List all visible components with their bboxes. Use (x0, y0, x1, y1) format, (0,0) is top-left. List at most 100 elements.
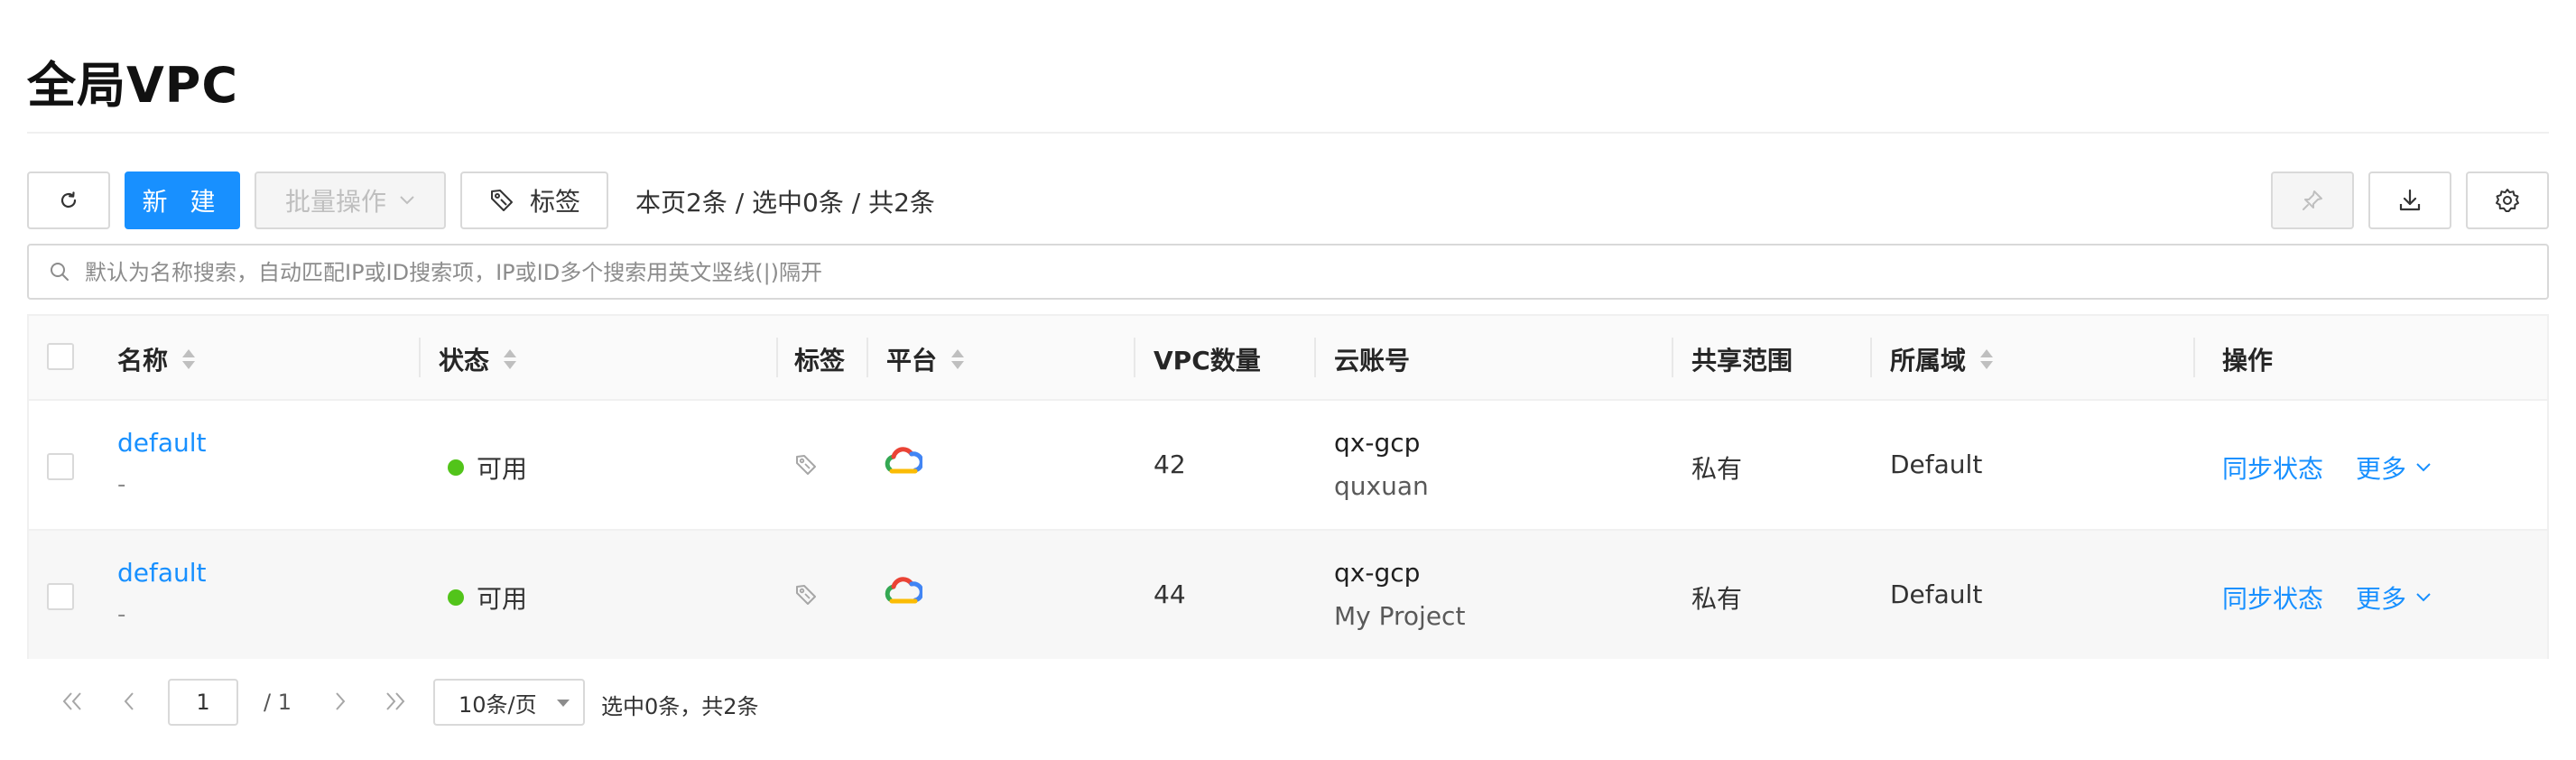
more-label: 更多 (2356, 584, 2407, 614)
vpc-count: 44 (1154, 579, 1186, 609)
table-header: 名称 状态 标签 平台 VPC数量 云账号 共享范围 所属域 操作 (29, 316, 2547, 401)
pagination-info: 选中0条，共2条 (601, 694, 759, 719)
vpc-table: 名称 状态 标签 平台 VPC数量 云账号 共享范围 所属域 操作 defaul… (27, 314, 2549, 659)
vpc-count: 42 (1154, 450, 1186, 479)
share-scope: 私有 (1691, 454, 1743, 484)
caret-down-icon (557, 700, 570, 707)
tag-icon[interactable] (794, 583, 818, 610)
column-header-name-label: 名称 (117, 346, 169, 375)
status-text: 可用 (477, 584, 528, 614)
column-header-actions-label: 操作 (2222, 346, 2274, 375)
title-divider (27, 132, 2549, 134)
prev-page-icon[interactable] (121, 690, 137, 717)
vpc-description: - (117, 601, 126, 628)
column-header-tags: 标签 (794, 341, 845, 377)
status-indicator: 可用 (448, 579, 527, 616)
refresh-icon (60, 191, 77, 209)
first-page-icon[interactable] (60, 690, 85, 717)
refresh-button[interactable] (27, 171, 110, 229)
column-header-platform[interactable]: 平台 (886, 341, 966, 377)
tag-icon (490, 190, 513, 211)
column-header-status[interactable]: 状态 (439, 341, 518, 377)
sync-status-link[interactable]: 同步状态 (2222, 579, 2323, 616)
row-checkbox[interactable] (47, 583, 74, 610)
column-header-share-scope-label: 共享范围 (1691, 346, 1793, 375)
column-header-domain-label: 所属域 (1890, 346, 1967, 375)
download-icon (2399, 189, 2421, 211)
download-button[interactable] (2368, 171, 2451, 229)
tag-button[interactable]: 标签 (460, 171, 608, 229)
table-row: default - 可用 (29, 531, 2547, 659)
vpc-name-link[interactable]: default (117, 428, 207, 458)
page-total: / 1 (264, 690, 292, 715)
column-header-cloud-account-label: 云账号 (1334, 346, 1411, 375)
page-size-label: 10条/页 (459, 691, 537, 718)
column-header-name[interactable]: 名称 (117, 341, 197, 377)
column-divider (419, 338, 421, 377)
column-divider (1314, 338, 1316, 377)
page: 全局VPC 新 建 批量操作 标签 本页2条 / 选中0条 / 共2条 默认为名… (0, 0, 2576, 760)
column-header-platform-label: 平台 (886, 346, 938, 375)
gear-icon (2496, 189, 2519, 212)
column-header-status-label: 状态 (439, 346, 490, 375)
settings-button[interactable] (2466, 171, 2549, 229)
chevron-down-icon (2416, 463, 2431, 472)
column-header-share-scope: 共享范围 (1691, 341, 1793, 377)
pin-button[interactable] (2271, 171, 2354, 229)
column-header-tags-label: 标签 (794, 346, 846, 375)
last-page-icon[interactable] (383, 690, 408, 717)
more-dropdown[interactable]: 更多 (2356, 450, 2432, 486)
select-all-checkbox[interactable] (47, 343, 74, 370)
vpc-name-link[interactable]: default (117, 558, 207, 588)
column-divider (1870, 338, 1872, 377)
search-input[interactable] (83, 253, 2524, 292)
status-dot (448, 589, 464, 606)
selection-count: 本页2条 / 选中0条 / 共2条 (635, 188, 935, 218)
share-scope: 私有 (1691, 584, 1743, 614)
more-label: 更多 (2356, 454, 2407, 484)
status-indicator: 可用 (448, 450, 527, 486)
sync-status-link[interactable]: 同步状态 (2222, 450, 2323, 486)
sort-icon (951, 349, 965, 369)
page-size-select[interactable]: 10条/页 (433, 679, 585, 726)
column-header-vpc-count-label: VPC数量 (1154, 346, 1261, 375)
domain: Default (1890, 450, 1983, 479)
cloud-account: qx-gcp (1334, 428, 1421, 458)
column-header-cloud-account: 云账号 (1334, 341, 1410, 377)
cloud-account-project: My Project (1334, 601, 1466, 631)
sort-icon (1980, 349, 1994, 369)
cloud-account: qx-gcp (1334, 558, 1421, 588)
cloud-account-project: quxuan (1334, 471, 1429, 501)
chevron-down-icon (2416, 593, 2431, 602)
sort-icon (182, 349, 196, 369)
more-dropdown[interactable]: 更多 (2356, 579, 2432, 616)
tag-icon[interactable] (794, 453, 818, 480)
table-row: default - 可用 (29, 401, 2547, 531)
chevron-down-icon (400, 196, 414, 205)
page-title: 全局VPC (27, 57, 238, 114)
tag-button-label: 标签 (529, 187, 580, 217)
column-divider (866, 338, 868, 377)
status-dot (448, 459, 464, 476)
sort-icon (504, 349, 517, 369)
new-button[interactable]: 新 建 (125, 171, 240, 229)
google-cloud-icon (885, 446, 924, 480)
batch-actions-button[interactable]: 批量操作 (255, 171, 446, 229)
batch-actions-label: 批量操作 (284, 187, 386, 217)
page-number-input[interactable] (168, 679, 238, 726)
column-divider (2193, 338, 2195, 377)
google-cloud-icon (885, 576, 924, 610)
column-header-actions: 操作 (2222, 341, 2273, 377)
column-divider (776, 338, 778, 377)
next-page-icon[interactable] (332, 690, 348, 717)
row-checkbox[interactable] (47, 453, 74, 480)
status-text: 可用 (477, 454, 528, 484)
column-header-domain[interactable]: 所属域 (1890, 341, 1995, 377)
vpc-description: - (117, 471, 126, 498)
domain: Default (1890, 579, 1983, 609)
column-divider (1672, 338, 1673, 377)
search-box (27, 244, 2549, 300)
column-divider (1134, 338, 1135, 377)
search-icon (51, 263, 69, 281)
column-header-vpc-count: VPC数量 (1154, 341, 1261, 377)
